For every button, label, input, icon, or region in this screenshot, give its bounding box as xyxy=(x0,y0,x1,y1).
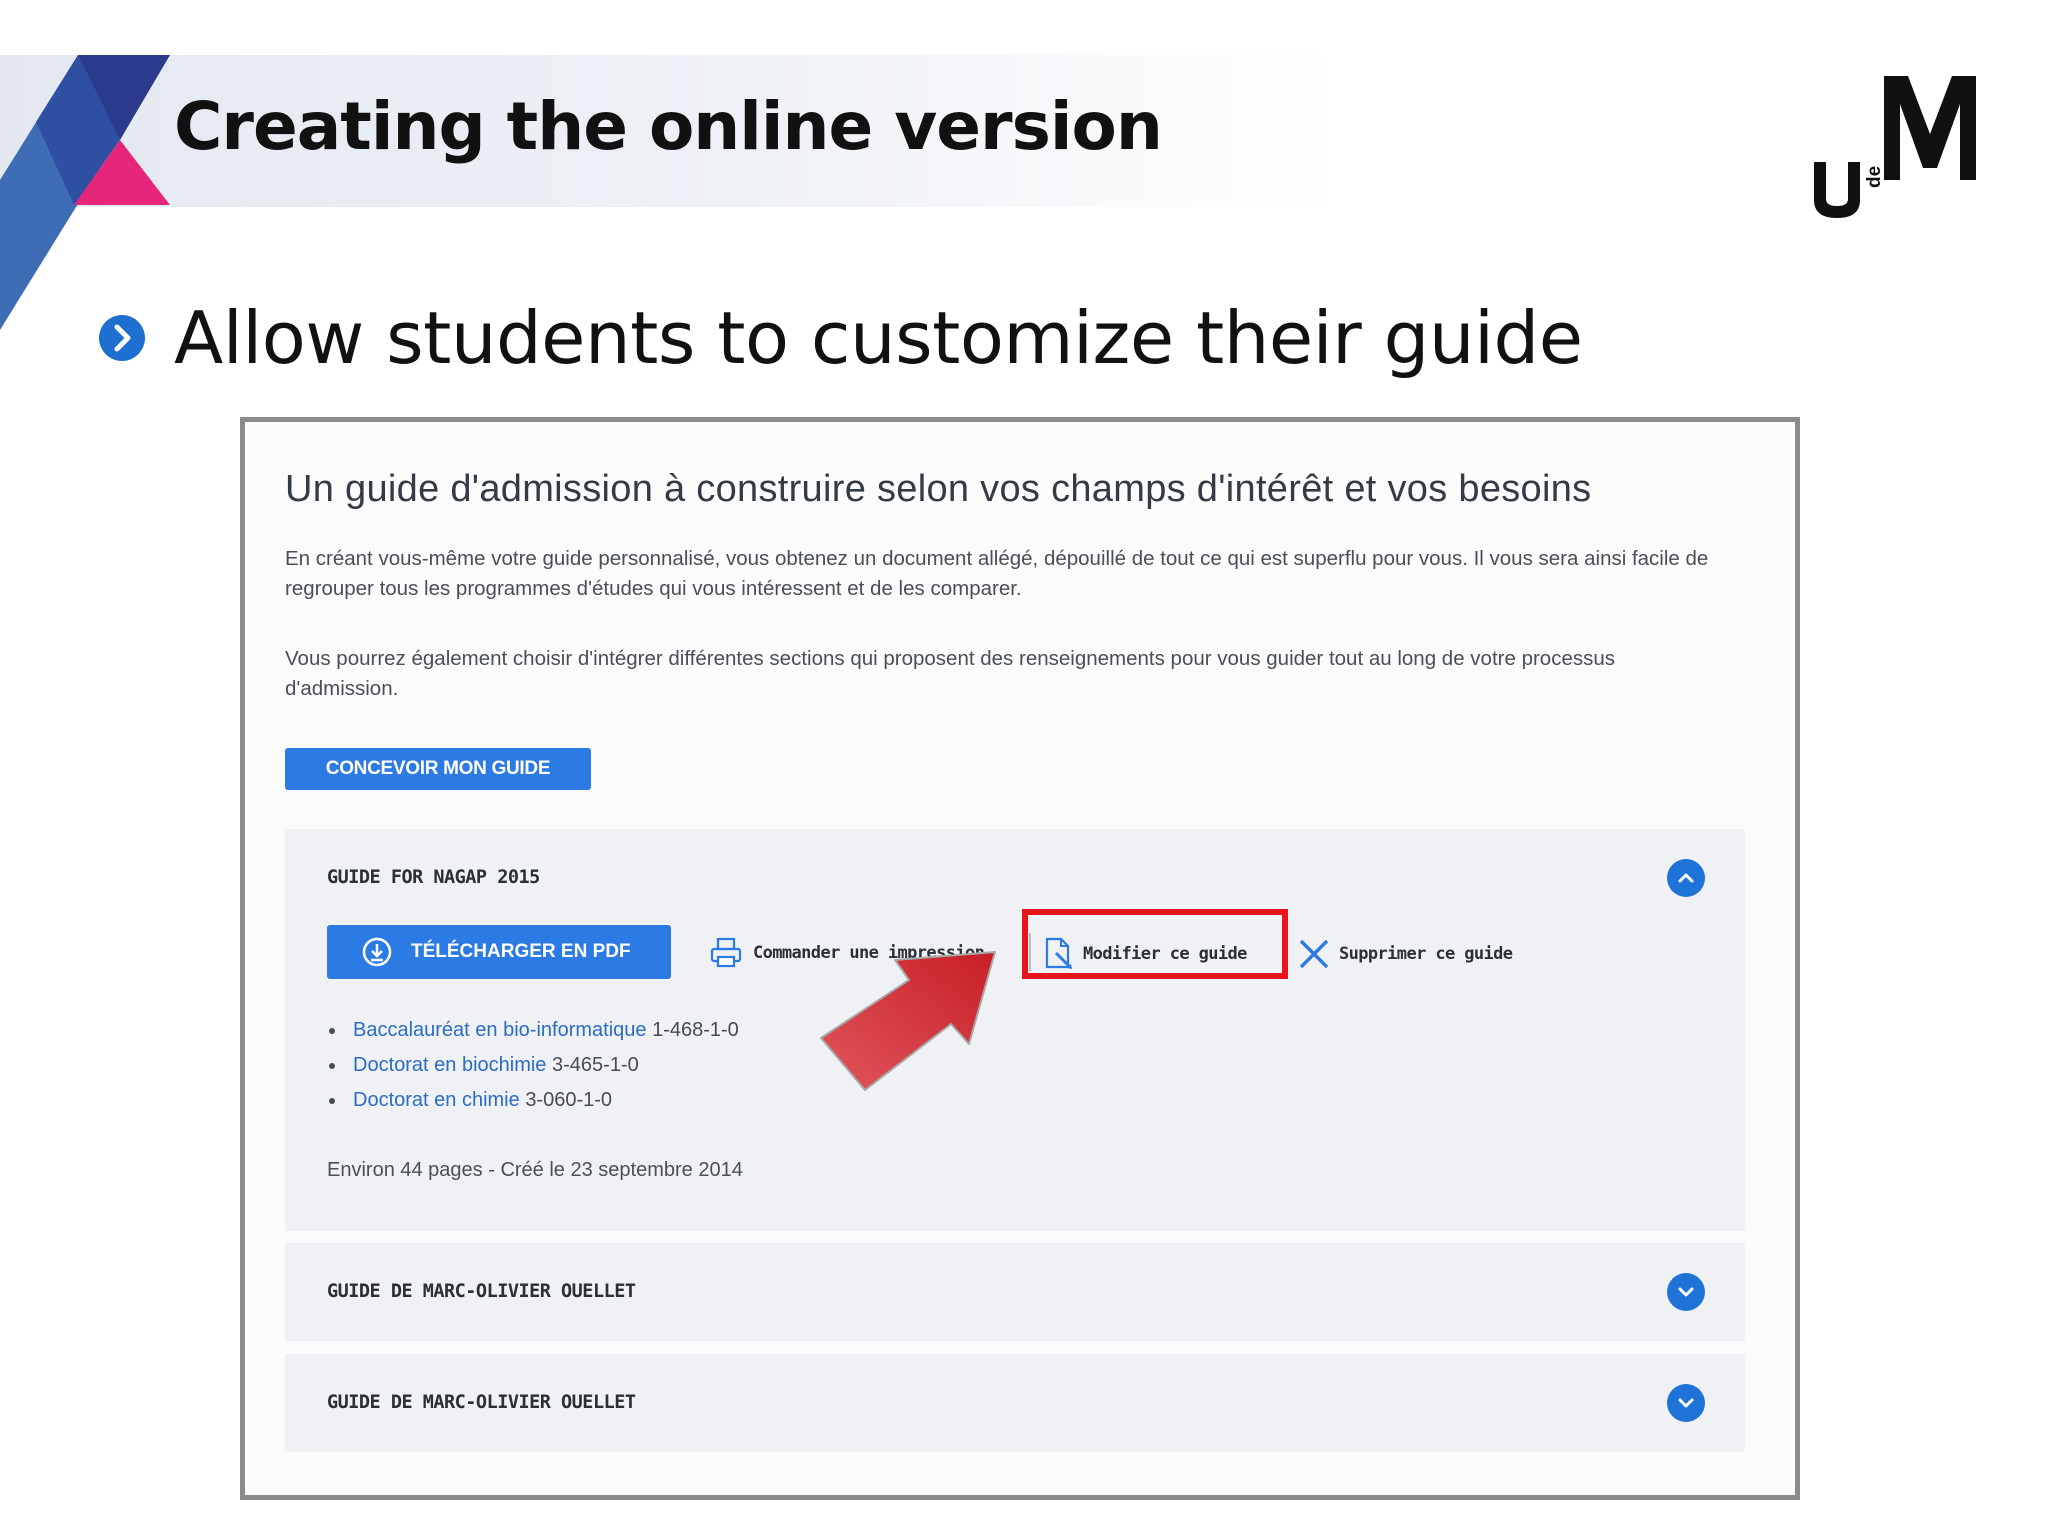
guide-heading: Un guide d'admission à construire selon … xyxy=(285,468,1592,510)
list-item: Doctorat en biochimie 3-465-1-0 xyxy=(327,1048,739,1083)
program-code: 3-060-1-0 xyxy=(525,1089,613,1111)
program-link[interactable]: Doctorat en chimie xyxy=(353,1089,520,1111)
delete-guide-label: Supprimer ce guide xyxy=(1339,944,1513,964)
list-item: Doctorat en chimie 3-060-1-0 xyxy=(327,1083,739,1118)
program-link[interactable]: Doctorat en biochimie xyxy=(353,1054,546,1076)
program-link[interactable]: Baccalauréat en bio-informatique xyxy=(353,1019,647,1041)
guide-title[interactable]: GUIDE DE MARC-OLIVIER OUELLET xyxy=(327,1281,636,1302)
bullet-chevron-icon xyxy=(99,315,145,361)
collapse-button[interactable] xyxy=(1667,859,1705,897)
svg-text:de: de xyxy=(1864,166,1885,188)
slide-title: Creating the online version xyxy=(174,88,1163,165)
program-code: 1-468-1-0 xyxy=(652,1019,739,1041)
bullet-text: Allow students to customize their guide xyxy=(174,296,1583,380)
red-arrow-icon xyxy=(820,951,996,1091)
guide-screenshot: Un guide d'admission à construire selon … xyxy=(240,417,1800,1500)
guide-panel-expanded: GUIDE FOR NAGAP 2015 TÉLÉCHARGER EN PDF xyxy=(285,829,1745,1231)
udem-logo: de xyxy=(1814,76,1976,218)
guide-meta: Environ 44 pages - Créé le 23 septembre … xyxy=(327,1159,743,1181)
close-x-icon xyxy=(1299,939,1329,969)
download-icon xyxy=(362,937,392,967)
intro-paragraph-1: En créant vous-même votre guide personna… xyxy=(285,547,1709,600)
list-item: Baccalauréat en bio-informatique 1-468-1… xyxy=(327,1013,739,1048)
guide-panel-collapsed: GUIDE DE MARC-OLIVIER OUELLET xyxy=(285,1243,1745,1341)
expand-button[interactable] xyxy=(1667,1384,1705,1422)
delete-guide-link[interactable]: Supprimer ce guide xyxy=(1297,937,1513,971)
highlight-box xyxy=(1022,909,1288,979)
design-guide-button[interactable]: CONCEVOIR MON GUIDE xyxy=(285,748,591,790)
guide-title[interactable]: GUIDE DE MARC-OLIVIER OUELLET xyxy=(327,1392,636,1413)
chevron-up-icon xyxy=(1678,873,1694,883)
download-pdf-label: TÉLÉCHARGER EN PDF xyxy=(411,941,631,962)
expand-button[interactable] xyxy=(1667,1273,1705,1311)
chevron-down-icon xyxy=(1678,1398,1694,1408)
program-code: 3-465-1-0 xyxy=(552,1054,639,1076)
download-pdf-button[interactable]: TÉLÉCHARGER EN PDF xyxy=(327,925,671,979)
bullet-point: Allow students to customize their guide xyxy=(98,296,1583,380)
guide-title[interactable]: GUIDE FOR NAGAP 2015 xyxy=(327,867,540,888)
corner-decoration xyxy=(0,55,170,330)
printer-icon xyxy=(710,937,742,968)
chevron-down-icon xyxy=(1678,1287,1694,1297)
program-list: Baccalauréat en bio-informatique 1-468-1… xyxy=(327,1013,739,1118)
intro-paragraph-2: Vous pourrez également choisir d'intégre… xyxy=(285,647,1615,700)
guide-panel-collapsed: GUIDE DE MARC-OLIVIER OUELLET xyxy=(285,1354,1745,1452)
